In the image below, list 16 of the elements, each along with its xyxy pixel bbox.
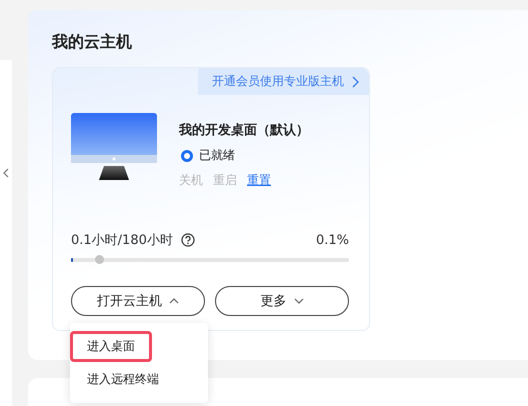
status-text: 已就绪 (199, 147, 235, 164)
menu-item[interactable]: 进入桌面 (70, 331, 152, 362)
usage-text: 0.1小时/180小时 (71, 232, 173, 249)
status-icon (181, 150, 193, 162)
chevron-right-icon (352, 76, 359, 88)
action-link[interactable]: 重置 (247, 172, 271, 189)
dropdown-button[interactable]: 更多 (215, 286, 349, 316)
monitor-icon (71, 113, 159, 181)
help-icon[interactable] (180, 233, 195, 247)
menu-item[interactable]: 进入远程终端 (70, 364, 176, 395)
slider-thumb[interactable] (95, 255, 104, 264)
desktop-name: 我的开发桌面（默认） (179, 122, 309, 139)
usage-percent: 0.1% (316, 232, 349, 248)
panel-title: 我的云主机 (52, 32, 133, 53)
chevron-left-icon[interactable] (3, 168, 9, 178)
dropdown-button[interactable]: 打开云主机 (71, 286, 205, 316)
